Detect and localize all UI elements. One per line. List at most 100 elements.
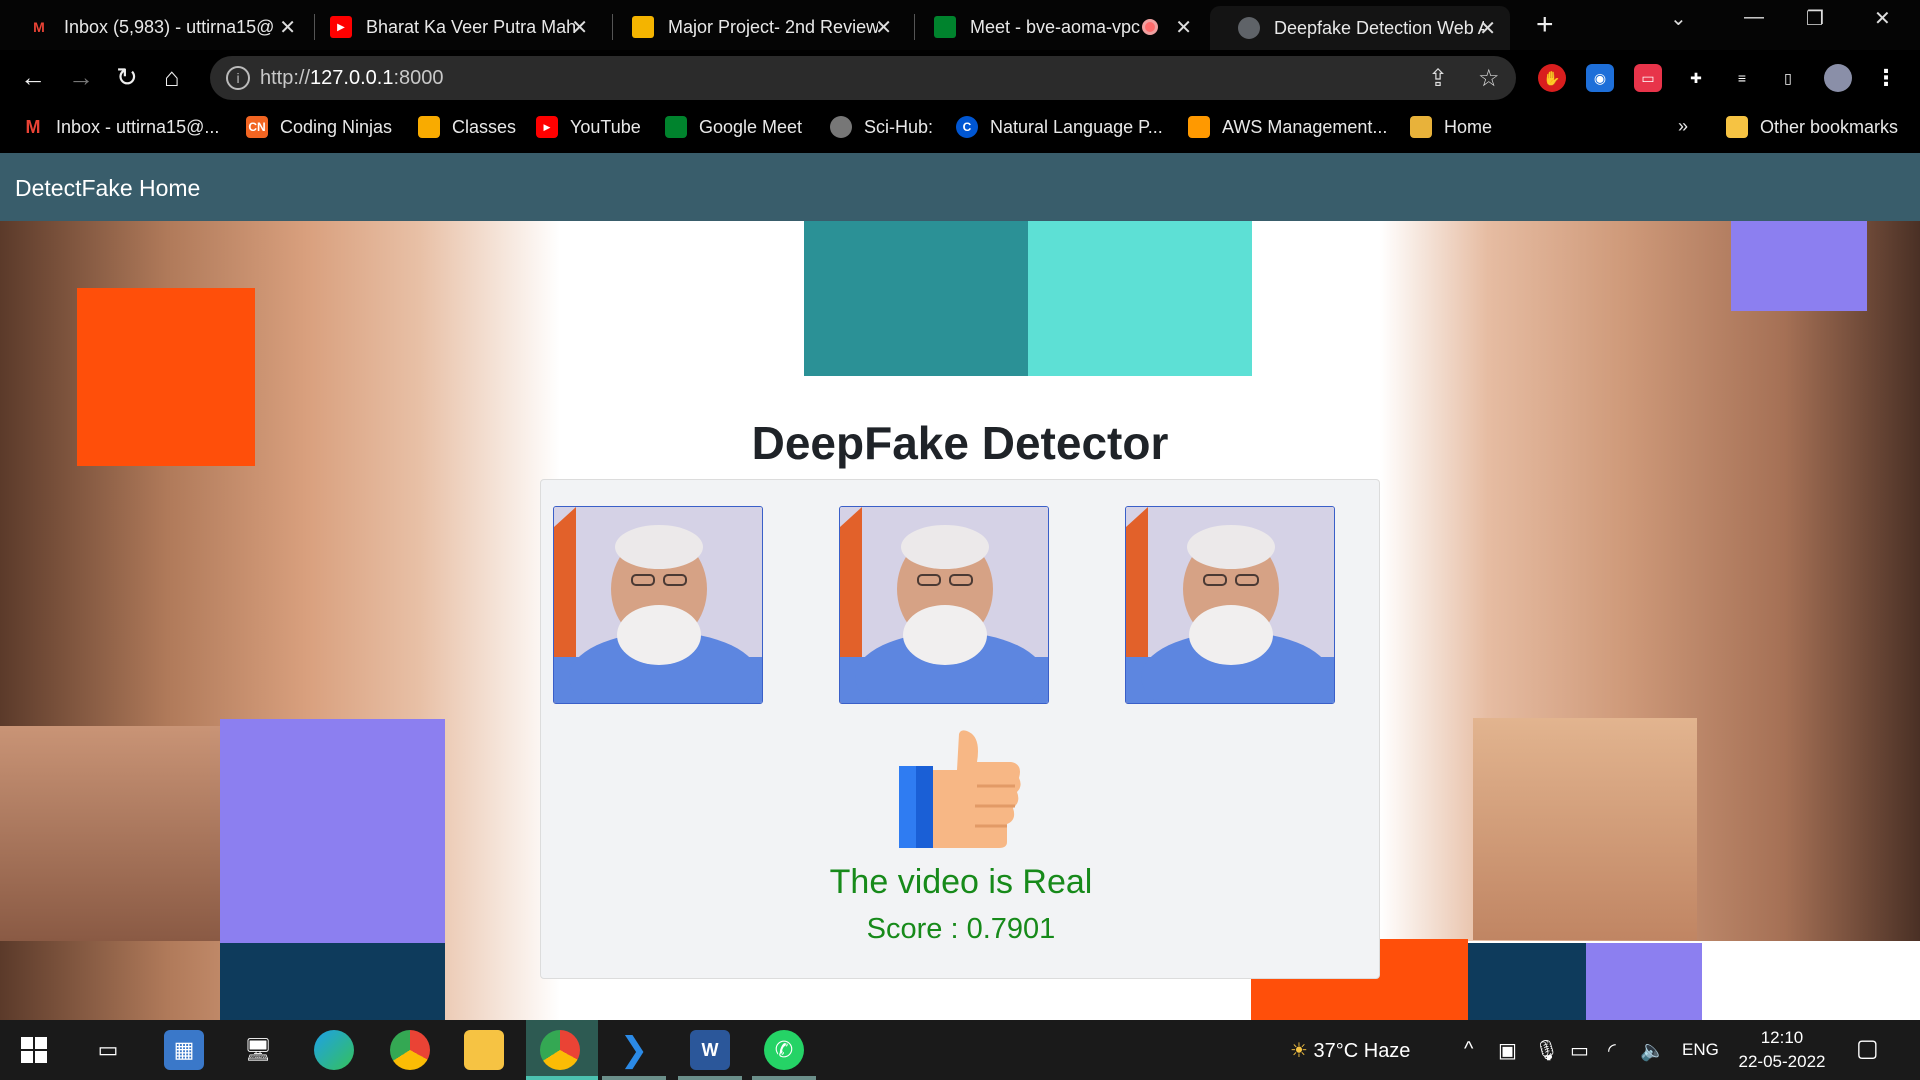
screenshot-extension-icon[interactable]: ◉ bbox=[1586, 64, 1614, 92]
minimize-icon[interactable]: — bbox=[1744, 6, 1764, 29]
bookmark-aws[interactable]: AWS Management... bbox=[1188, 116, 1387, 138]
this-pc-icon[interactable]: 🖥 bbox=[238, 1030, 278, 1070]
other-bookmarks[interactable]: Other bookmarks bbox=[1726, 116, 1898, 138]
decor-navy-bottom bbox=[1468, 943, 1586, 1020]
url-text[interactable]: http://127.0.0.1:8000 bbox=[260, 67, 444, 90]
forward-icon[interactable]: → bbox=[68, 62, 94, 93]
address-bar[interactable]: i http://127.0.0.1:8000 ⇪ ☆ bbox=[210, 56, 1516, 100]
youtube-icon: ▶ bbox=[536, 116, 558, 138]
classroom-icon bbox=[418, 116, 440, 138]
close-icon[interactable]: ✕ bbox=[1479, 16, 1496, 41]
weather-widget[interactable]: ☀ 37°C Haze bbox=[1290, 1038, 1410, 1063]
menu-kebab-icon[interactable]: ⋮ bbox=[1872, 64, 1900, 92]
tab-search-icon[interactable]: ⌄ bbox=[1670, 6, 1687, 31]
battery-icon[interactable]: ▭ bbox=[1570, 1038, 1589, 1063]
meet-icon bbox=[665, 116, 687, 138]
reload-icon[interactable]: ↻ bbox=[116, 62, 138, 93]
decor-eye-left bbox=[0, 726, 220, 941]
globe-icon bbox=[1238, 17, 1260, 39]
bookmark-scihub[interactable]: Sci-Hub: bbox=[830, 116, 933, 138]
windows-taskbar: ▭ ▦ 🖥 ❯ W ✆ ☀ 37°C Haze ^ ▣ 🎙 ▭ ◜ 🔈 ENG … bbox=[0, 1020, 1920, 1080]
tab-title: Deepfake Detection Web A bbox=[1274, 17, 1484, 38]
bookmark-youtube[interactable]: ▶ YouTube bbox=[536, 116, 641, 138]
share-icon[interactable]: ⇪ bbox=[1428, 64, 1448, 93]
bookmark-google-meet[interactable]: Google Meet bbox=[665, 116, 802, 138]
volume-icon[interactable]: 🔈 bbox=[1640, 1038, 1665, 1063]
chrome-icon[interactable] bbox=[390, 1030, 430, 1070]
task-view-icon[interactable]: ▭ bbox=[88, 1030, 128, 1070]
meet-now-icon[interactable]: ▣ bbox=[1498, 1038, 1517, 1063]
word-icon[interactable]: W bbox=[690, 1030, 730, 1070]
bookmark-star-icon[interactable]: ☆ bbox=[1478, 64, 1500, 93]
wifi-icon[interactable]: ◜ bbox=[1608, 1038, 1616, 1063]
edge-icon[interactable] bbox=[314, 1030, 354, 1070]
bookmark-home[interactable]: Home bbox=[1410, 116, 1492, 138]
gmail-icon: M bbox=[33, 19, 45, 35]
recording-icon bbox=[1142, 19, 1158, 35]
coursera-icon: C bbox=[956, 116, 978, 138]
tab-deepfake[interactable]: Deepfake Detection Web A ✕ bbox=[1210, 6, 1510, 50]
brand-link[interactable]: DetectFake Home bbox=[15, 175, 200, 202]
side-panel-icon[interactable]: ▯ bbox=[1774, 64, 1802, 92]
meet-icon bbox=[934, 16, 956, 38]
running-indicator bbox=[752, 1076, 816, 1080]
restore-icon[interactable]: ❐ bbox=[1806, 6, 1824, 31]
tray-overflow-icon[interactable]: ^ bbox=[1464, 1038, 1473, 1061]
whatsapp-icon[interactable]: ✆ bbox=[764, 1030, 804, 1070]
active-indicator bbox=[526, 1076, 598, 1080]
thumbs-up-icon bbox=[899, 730, 1023, 848]
scihub-icon bbox=[830, 116, 852, 138]
bookmarks-bar: M Inbox - uttirna15@... CN Coding Ninjas C… bbox=[0, 106, 1920, 153]
bookmarks-overflow-button[interactable]: » bbox=[1678, 116, 1688, 137]
gmail-icon: M bbox=[25, 116, 41, 137]
close-icon[interactable]: ✕ bbox=[279, 15, 296, 40]
running-indicator bbox=[678, 1076, 742, 1080]
microphone-icon[interactable]: 🎙 bbox=[1534, 1038, 1559, 1063]
decor-purple-top bbox=[1731, 221, 1867, 311]
tab-meet[interactable]: Meet - bve-aoma-vpc ✕ bbox=[906, 8, 1206, 46]
youtube-icon: ▶ bbox=[330, 16, 352, 38]
video-frame-thumbnail bbox=[553, 506, 763, 704]
site-info-icon[interactable]: i bbox=[226, 66, 250, 90]
language-indicator[interactable]: ENG bbox=[1682, 1040, 1719, 1060]
weather-sun-icon: ☀ bbox=[1290, 1040, 1308, 1062]
aws-icon bbox=[1188, 116, 1210, 138]
profile-avatar[interactable] bbox=[1824, 64, 1852, 92]
bookmark-classes[interactable]: Classes bbox=[418, 116, 516, 138]
window-close-icon[interactable]: ✕ bbox=[1874, 6, 1891, 31]
bookmark-coding-ninjas[interactable]: CN Coding Ninjas bbox=[246, 116, 392, 138]
video-frame-thumbnail bbox=[1125, 506, 1335, 704]
start-icon[interactable] bbox=[14, 1030, 54, 1070]
tab-title: Inbox (5,983) - uttirna15@ bbox=[64, 16, 274, 37]
bookmark-gmail[interactable]: M Inbox - uttirna15@... bbox=[22, 116, 220, 138]
clock[interactable]: 12:10 22-05-2022 bbox=[1734, 1026, 1830, 1074]
tab-title: Meet - bve-aoma-vpc bbox=[970, 16, 1140, 37]
chrome-profile-icon[interactable] bbox=[540, 1030, 580, 1070]
notification-icon[interactable]: ▢ bbox=[1856, 1034, 1879, 1063]
close-icon[interactable]: ✕ bbox=[1175, 15, 1192, 40]
tab-youtube[interactable]: ▶ Bharat Ka Veer Putra Mah ✕ bbox=[302, 8, 602, 46]
extension-red-icon[interactable]: ▭ bbox=[1634, 64, 1662, 92]
coding-ninjas-icon: CN bbox=[246, 116, 268, 138]
bookmark-nlp-course[interactable]: C Natural Language P... bbox=[956, 116, 1163, 138]
new-tab-button[interactable]: + bbox=[1536, 8, 1554, 42]
extensions-puzzle-icon[interactable]: ✚ bbox=[1682, 64, 1710, 92]
close-icon[interactable]: ✕ bbox=[571, 15, 588, 40]
decor-teal-dark bbox=[804, 221, 1028, 376]
vscode-icon[interactable]: ❯ bbox=[614, 1030, 654, 1070]
tab-title: Bharat Ka Veer Putra Mah bbox=[366, 16, 576, 37]
video-frame-thumbnail bbox=[839, 506, 1049, 704]
decor-purple-left bbox=[220, 719, 445, 943]
file-explorer-icon[interactable] bbox=[464, 1030, 504, 1070]
tab-title: Major Project- 2nd Review bbox=[668, 16, 878, 37]
folder-icon bbox=[1726, 116, 1748, 138]
back-icon[interactable]: ← bbox=[20, 62, 46, 93]
control-panel-icon[interactable]: ▦ bbox=[164, 1030, 204, 1070]
reading-list-icon[interactable]: ≡ bbox=[1728, 64, 1756, 92]
home-icon[interactable]: ⌂ bbox=[164, 62, 180, 93]
tab-gmail[interactable]: M Inbox (5,983) - uttirna15@ ✕ bbox=[0, 8, 310, 46]
adblock-icon[interactable]: ✋ bbox=[1538, 64, 1566, 92]
close-icon[interactable]: ✕ bbox=[875, 15, 892, 40]
decor-eye-right bbox=[1473, 718, 1697, 940]
tab-slides[interactable]: Major Project- 2nd Review ✕ bbox=[604, 8, 906, 46]
